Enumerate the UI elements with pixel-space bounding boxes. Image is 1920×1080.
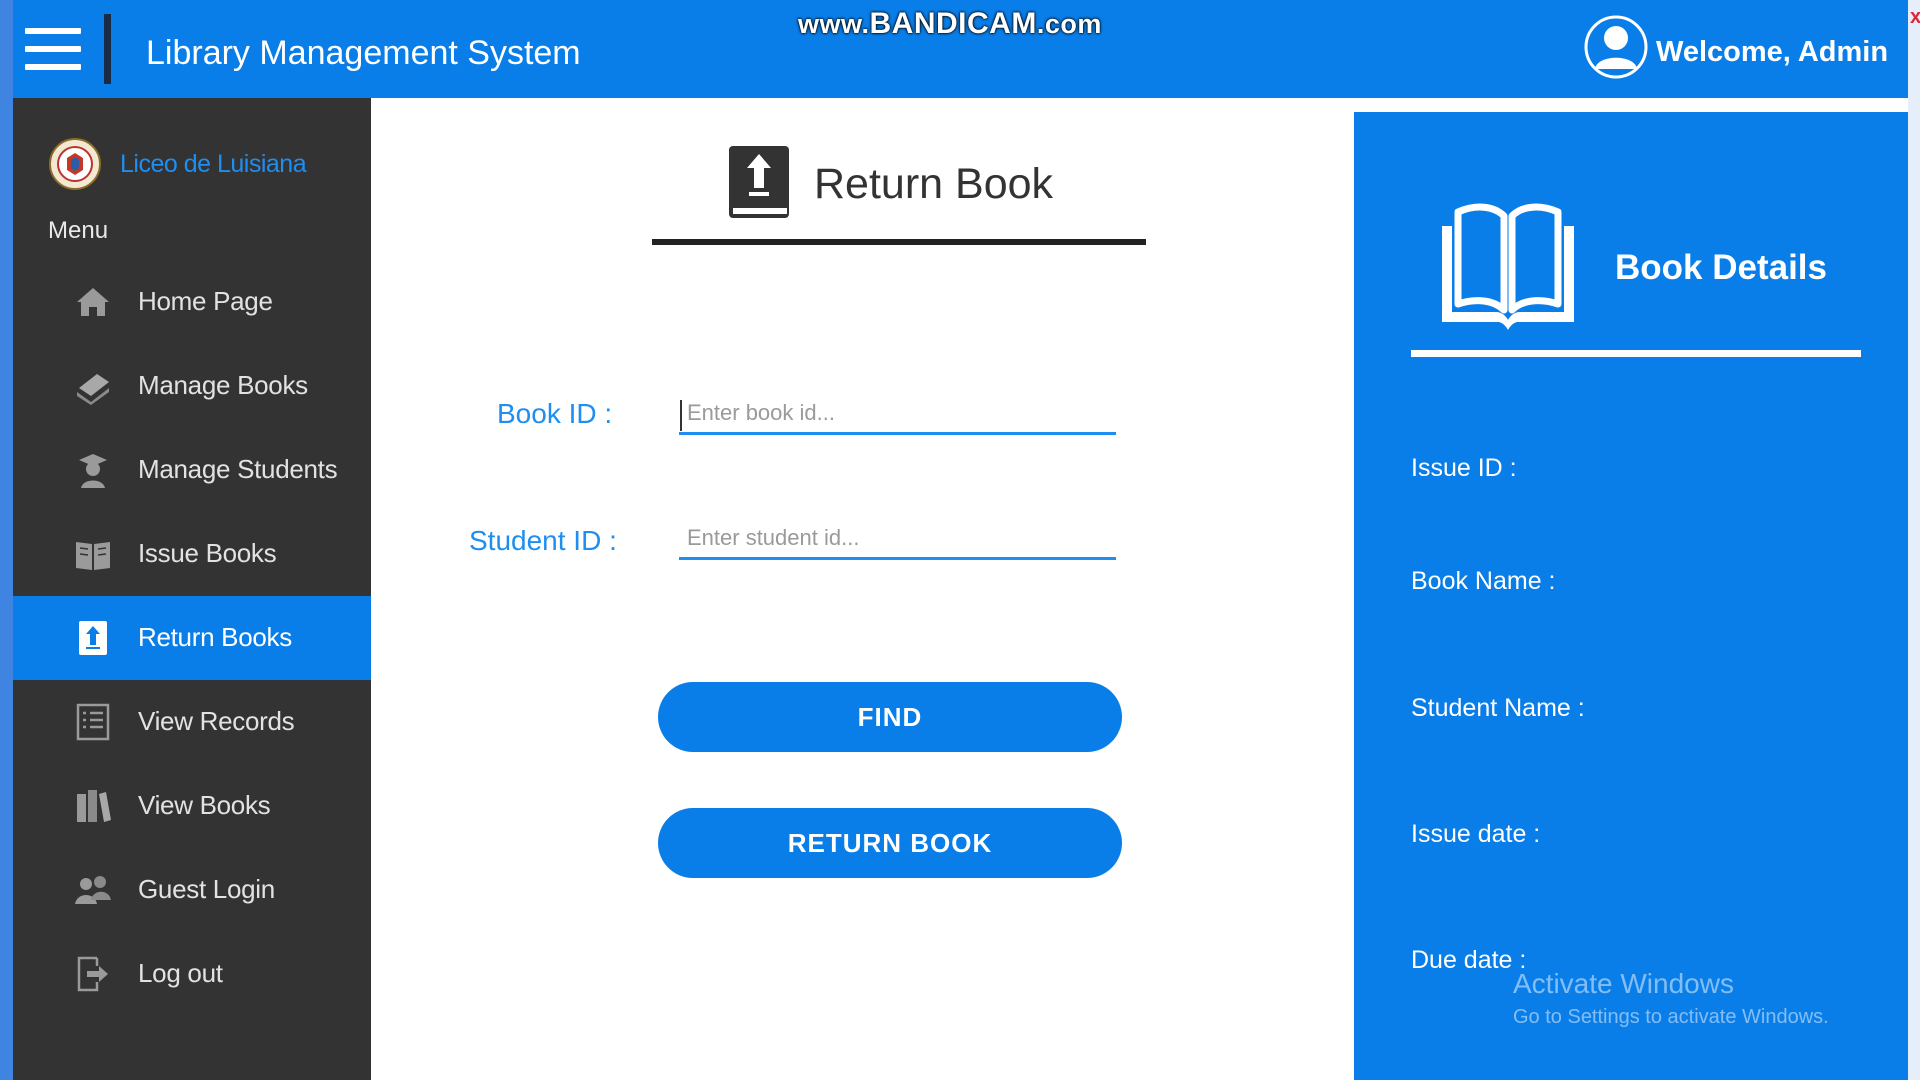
activate-windows-watermark: Activate Windows Go to Settings to activ… — [1513, 968, 1829, 1029]
home-icon — [77, 288, 109, 316]
sidebar-item-home-page[interactable]: Home Page — [13, 260, 371, 344]
sidebar-item-label: Home Page — [138, 286, 273, 316]
issue-id-label: Issue ID : — [1411, 454, 1517, 482]
text-cursor — [680, 400, 682, 431]
book-id-label: Book ID : — [497, 398, 613, 429]
return-book-icon — [79, 621, 107, 655]
sidebar-item-label: Issue Books — [138, 538, 277, 568]
app-window: Library Management System www.BANDICAM.c… — [0, 0, 1920, 1080]
hamburger-menu-icon[interactable] — [25, 28, 81, 70]
student-id-input[interactable] — [679, 518, 1116, 560]
window-edge-right — [1908, 0, 1920, 1080]
header-divider — [104, 14, 111, 84]
sidebar-item-label: Log out — [138, 958, 223, 988]
issue-date-label: Issue date : — [1411, 820, 1541, 848]
users-icon — [75, 876, 111, 904]
welcome-text: Welcome, Admin — [1656, 36, 1889, 68]
recorder-watermark-prefix: www. — [798, 9, 870, 39]
logout-icon — [77, 956, 108, 992]
student-id-label: Student ID : — [469, 525, 617, 556]
sidebar-item-label: Guest Login — [138, 874, 275, 904]
close-icon[interactable]: x — [1910, 6, 1920, 29]
sidebar-item-label: Return Books — [138, 622, 292, 652]
window-edge-left — [0, 0, 13, 1080]
sidebar-item-label: Manage Books — [138, 370, 308, 400]
title-underline — [652, 239, 1146, 245]
due-date-label: Due date : — [1411, 946, 1527, 974]
sidebar-item-log-out[interactable]: Log out — [13, 932, 371, 1016]
details-underline — [1411, 350, 1861, 357]
books-icon — [77, 790, 111, 822]
sidebar-item-manage-books[interactable]: Manage Books — [13, 344, 371, 428]
sidebar-item-manage-students[interactable]: Manage Students — [13, 428, 371, 512]
user-avatar-icon[interactable] — [1583, 14, 1649, 80]
book-id-input[interactable] — [679, 393, 1116, 435]
student-icon — [79, 454, 107, 488]
page-title: Return Book — [814, 160, 1054, 208]
school-logo — [49, 138, 101, 190]
return-book-button[interactable]: RETURN BOOK — [658, 808, 1122, 878]
book-stack-icon — [77, 374, 109, 405]
header-bar: Library Management System www.BANDICAM.c… — [13, 0, 1920, 98]
details-title: Book Details — [1615, 248, 1827, 287]
menu-heading: Menu — [48, 217, 109, 244]
student-name-label: Student Name : — [1411, 694, 1585, 722]
activate-windows-title: Activate Windows — [1513, 968, 1734, 999]
return-book-form: Return Book Book ID : Student ID : FIND … — [371, 98, 1354, 1080]
recorder-watermark-brand: BANDICAM — [869, 7, 1037, 40]
sidebar-item-view-records[interactable]: View Records — [13, 680, 371, 764]
open-book-icon — [1442, 203, 1574, 330]
sidebar-item-view-books[interactable]: View Books — [13, 764, 371, 848]
sidebar-item-guest-login[interactable]: Guest Login — [13, 848, 371, 932]
sidebar-item-label: Manage Students — [138, 454, 338, 484]
open-book-icon — [76, 542, 110, 570]
find-button[interactable]: FIND — [658, 682, 1122, 752]
sidebar-item-label: View Books — [138, 790, 271, 820]
return-book-icon — [729, 146, 789, 218]
school-name: Liceo de Luisiana — [120, 150, 307, 178]
app-title: Library Management System — [146, 34, 581, 72]
recorder-watermark-suffix: .com — [1036, 9, 1102, 39]
book-details-panel: Book Details Issue ID : Book Name : Stud… — [1354, 112, 1908, 1080]
list-icon — [76, 703, 110, 741]
sidebar-item-issue-books[interactable]: Issue Books — [13, 512, 371, 596]
activate-windows-subtitle: Go to Settings to activate Windows. — [1513, 1006, 1829, 1028]
sidebar-item-return-books[interactable]: Return Books — [13, 596, 371, 680]
book-name-label: Book Name : — [1411, 567, 1556, 595]
sidebar: Liceo de Luisiana Menu Home Page Manage … — [13, 98, 371, 1080]
sidebar-item-label: View Records — [138, 706, 295, 736]
recorder-watermark: www.BANDICAM.com — [798, 7, 1102, 41]
